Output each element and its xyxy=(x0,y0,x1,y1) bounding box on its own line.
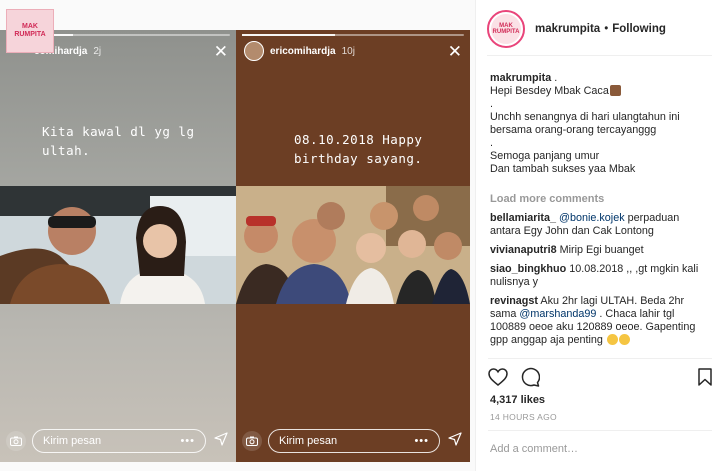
post-media: comihardja 2j ✕ Kita kawal dl yg lg ulta… xyxy=(0,0,476,471)
grin-emoji-icon xyxy=(606,334,618,345)
more-options-icon[interactable]: ••• xyxy=(414,435,429,447)
comment-mention[interactable]: @marshanda99 xyxy=(519,308,596,320)
list-item: bellamiarita_ @bonie.kojek perpaduan ant… xyxy=(490,212,712,238)
message-placeholder: Kirim pesan xyxy=(279,435,338,447)
avatar[interactable]: MAK RUMPITA xyxy=(487,9,525,48)
post-header: MAK RUMPITA makrumpita • Following xyxy=(487,8,712,56)
avatar[interactable] xyxy=(244,41,264,61)
story-header: ericomihardja 10j ✕ xyxy=(244,40,462,62)
story-frame-1: comihardja 2j ✕ Kita kawal dl yg lg ulta… xyxy=(0,30,236,462)
message-input[interactable]: Kirim pesan ••• xyxy=(32,429,206,453)
story-time: 10j xyxy=(341,45,355,57)
close-icon[interactable]: ✕ xyxy=(214,43,228,60)
story-footer: Kirim pesan ••• xyxy=(6,428,228,454)
caption-line: Unchh senangnya di hari ulangtahun ini b… xyxy=(490,111,680,136)
caption-line: Dan tambah sukses yaa Mbak xyxy=(490,163,636,175)
camera-icon[interactable] xyxy=(242,431,262,451)
message-input[interactable]: Kirim pesan ••• xyxy=(268,429,440,453)
like-count[interactable]: 4,317 likes xyxy=(490,394,545,406)
caption-username[interactable]: makrumpita xyxy=(490,72,551,84)
cake-emoji-icon xyxy=(609,85,621,96)
post-timestamp: 14 HOURS AGO xyxy=(490,412,557,422)
story-caption-text: 08.10.2018 Happy birthday sayang. xyxy=(294,132,423,166)
comment-username[interactable]: bellamiarita_ xyxy=(490,212,556,224)
send-icon[interactable] xyxy=(448,431,462,451)
comment-username[interactable]: vivianaputri8 xyxy=(490,244,557,256)
grin-emoji-icon xyxy=(618,334,630,345)
story-caption-text: Kita kawal dl yg lg ultah. xyxy=(42,124,195,158)
follow-button[interactable]: Following xyxy=(612,23,666,35)
add-comment-input[interactable]: Add a comment… xyxy=(488,430,712,466)
separator-dot: • xyxy=(604,22,609,35)
caption-line: . xyxy=(490,98,493,110)
comments-list: bellamiarita_ @bonie.kojek perpaduan ant… xyxy=(490,212,712,353)
story-photo xyxy=(0,186,236,304)
list-item: vivianaputri8 Mirip Egi buanget xyxy=(490,244,712,257)
story-photo xyxy=(236,186,470,304)
comment-text: Mirip Egi buanget xyxy=(559,244,644,256)
caption-line: Hepi Besdey Mbak Caca xyxy=(490,85,609,97)
story-frame-2: ericomihardja 10j ✕ 08.10.2018 Happy bir… xyxy=(236,30,470,462)
bookmark-icon[interactable] xyxy=(698,368,712,391)
post-caption: makrumpita . Hepi Besdey Mbak Caca . Unc… xyxy=(490,72,712,176)
post-actions xyxy=(488,358,712,392)
list-item: revinagst Aku 2hr lagi ULTAH. Beda 2hr s… xyxy=(490,295,712,347)
list-item: siao_bingkhuo 10.08.2018 ,, ,gt mgkin ka… xyxy=(490,263,712,289)
story-progress-bar xyxy=(242,34,464,36)
comment-username[interactable]: siao_bingkhuo xyxy=(490,263,566,275)
story-username[interactable]: ericomihardja xyxy=(270,46,336,57)
caption-line: Semoga panjang umur xyxy=(490,150,600,162)
comment-username[interactable]: revinagst xyxy=(490,295,538,307)
comment-icon[interactable] xyxy=(520,367,541,392)
post-username[interactable]: makrumpita xyxy=(535,23,600,35)
send-icon[interactable] xyxy=(214,431,228,451)
caption-suffix: . xyxy=(554,72,558,84)
story-footer: Kirim pesan ••• xyxy=(242,428,462,454)
comment-mention[interactable]: @bonie.kojek xyxy=(559,212,625,224)
more-options-icon[interactable]: ••• xyxy=(180,435,195,447)
close-icon[interactable]: ✕ xyxy=(448,43,462,60)
load-more-comments-link[interactable]: Load more comments xyxy=(490,193,604,205)
story-time: 2j xyxy=(93,45,102,57)
heart-icon[interactable] xyxy=(488,368,508,391)
brand-watermark-logo: MAK RUMPITA xyxy=(6,9,54,53)
post-details-panel: MAK RUMPITA makrumpita • Following makrum… xyxy=(477,0,720,471)
caption-line: . xyxy=(490,137,493,149)
message-placeholder: Kirim pesan xyxy=(43,435,102,447)
camera-icon[interactable] xyxy=(6,431,26,451)
